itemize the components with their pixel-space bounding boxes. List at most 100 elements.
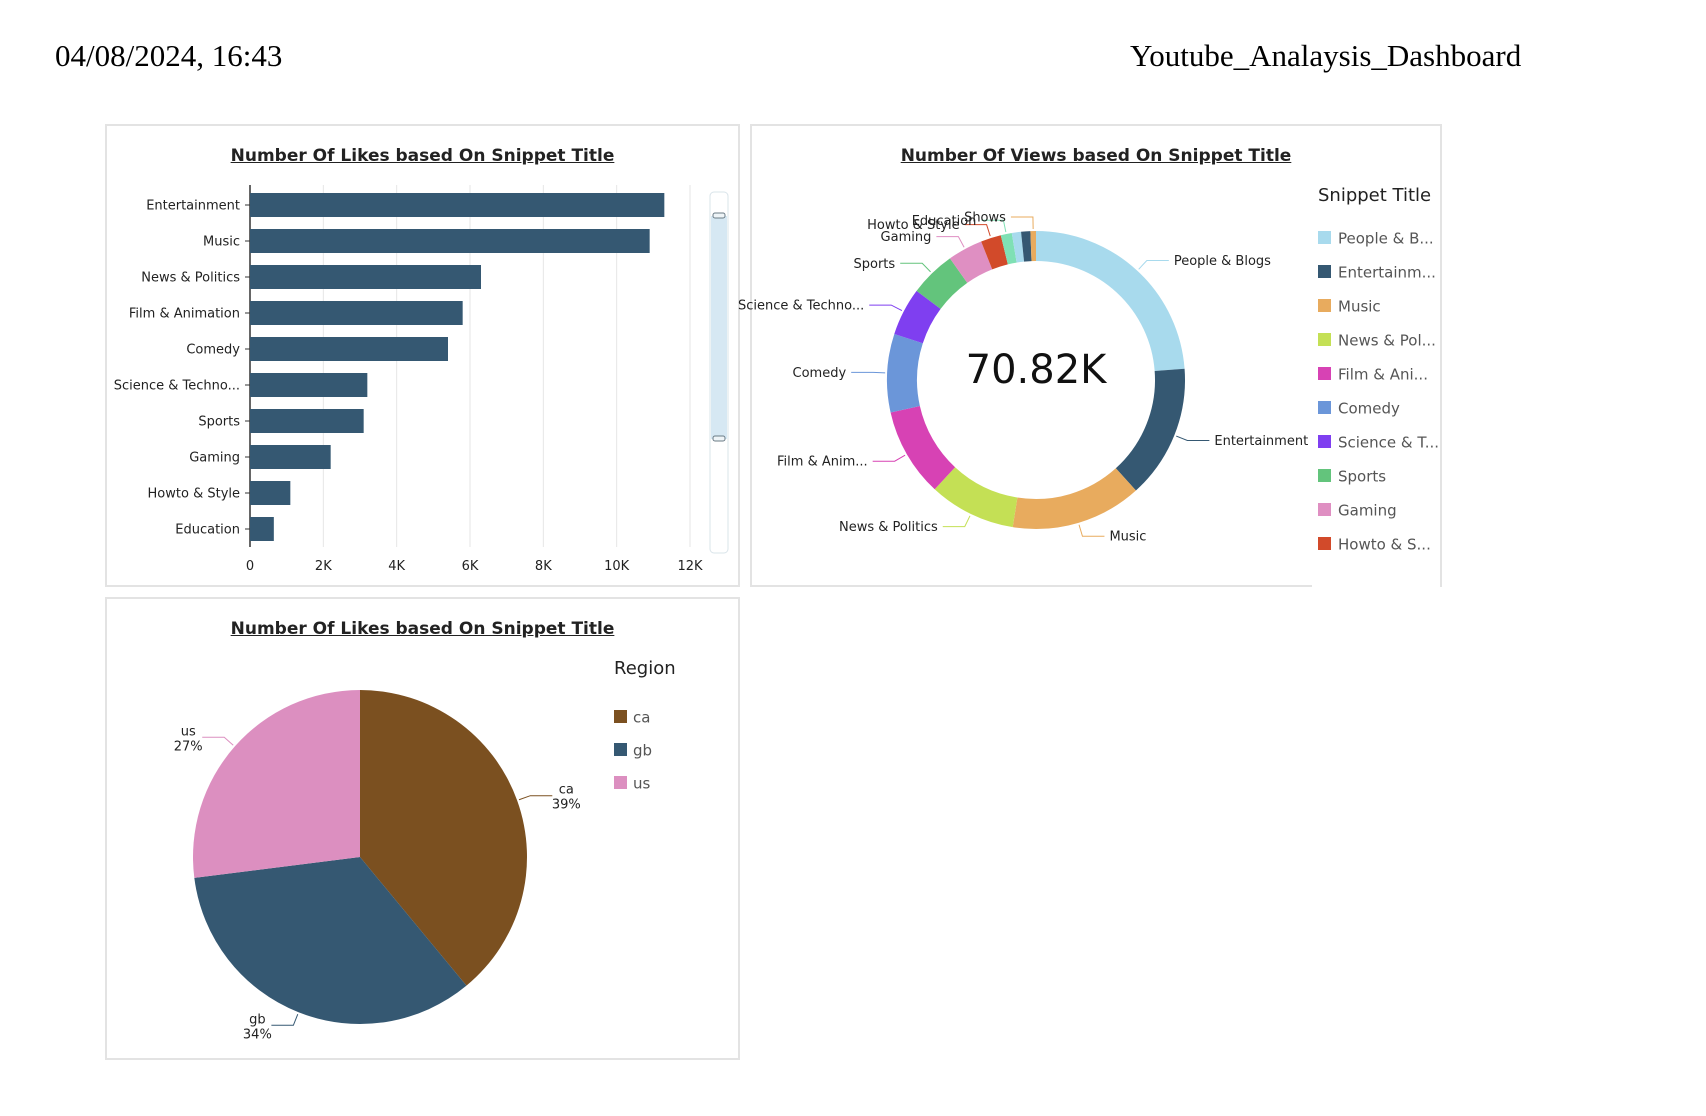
legend-swatch <box>1318 435 1331 448</box>
donut-center-value: 70.82K <box>966 347 1109 393</box>
donut-slice-sports <box>916 258 968 310</box>
legend-label: Entertainm... <box>1338 264 1436 282</box>
leader-line <box>1138 259 1169 270</box>
donut-slice-film-anim- <box>890 405 956 490</box>
donut-slice-howto-style <box>981 235 1009 270</box>
legend-swatch <box>1318 537 1331 550</box>
donut-legend-title: Snippet Title <box>1318 185 1431 206</box>
print-datetime: 04/08/2024, 16:43 <box>55 38 283 73</box>
pie-legend-title: Region <box>614 658 676 679</box>
legend-item[interactable]: Entertainm... <box>1318 264 1436 282</box>
leader-line <box>1176 435 1210 441</box>
legend-label: Howto & S... <box>1338 536 1431 554</box>
donut-label: Sports <box>854 257 896 272</box>
x-tick-label: 6K <box>462 559 479 574</box>
pie-pct-label: 34% <box>243 1027 272 1042</box>
legend-item[interactable]: Gaming <box>1318 502 1397 520</box>
bar-sports <box>250 409 364 433</box>
legend-item[interactable]: Comedy <box>1318 400 1400 418</box>
donut-label: Comedy <box>793 366 847 381</box>
x-tick-label: 0 <box>246 559 254 574</box>
pie-legend-item[interactable]: us <box>614 775 651 793</box>
legend-swatch <box>1318 299 1331 312</box>
legend-clip <box>1312 568 1440 588</box>
bar-science-techno- <box>250 373 368 397</box>
pie-leader-line <box>271 1013 299 1026</box>
pie-label: us <box>181 724 196 739</box>
scroll-handle[interactable] <box>712 435 726 442</box>
legend-item[interactable]: Science & T... <box>1318 434 1439 452</box>
category-label: Comedy <box>186 343 240 358</box>
dashboard-title: Youtube_Analaysis_Dashboard <box>1130 38 1522 73</box>
legend-label: Comedy <box>1338 400 1400 418</box>
leader-line <box>869 304 903 312</box>
bar-entertainment <box>250 193 665 217</box>
category-label: Film & Animation <box>129 307 240 322</box>
likes-bar-chart-card[interactable]: Number Of Likes based On Snippet Title 0… <box>105 124 740 587</box>
donut-slice-music <box>1012 468 1136 529</box>
donut-slice-other-12 <box>1021 231 1032 262</box>
donut-label: Music <box>1109 530 1146 545</box>
leader-line <box>872 454 906 462</box>
donut-label: Science & Techno... <box>738 299 864 314</box>
donut-label: Entertainment <box>1214 434 1308 449</box>
donut-slice-comedy <box>887 333 923 413</box>
legend-swatch <box>1318 401 1331 414</box>
pie-leader-line <box>518 795 553 801</box>
category-label: Science & Techno... <box>114 379 240 394</box>
bar-film-animation <box>250 301 463 325</box>
leader-line <box>936 236 965 248</box>
views-donut-chart-card[interactable]: Number Of Views based On Snippet Title 7… <box>738 124 1442 588</box>
bar-news-politics <box>250 265 481 289</box>
legend-label: Gaming <box>1338 502 1397 520</box>
region-pie-chart: Region ca39%gb34%us27%cagbus <box>174 658 676 1042</box>
legend-label: Sports <box>1338 468 1386 486</box>
leader-line <box>942 515 971 528</box>
pie-pct-label: 39% <box>552 798 581 813</box>
leader-line <box>900 262 931 273</box>
legend-item[interactable]: Film & Ani... <box>1318 366 1428 384</box>
legend-swatch <box>1318 265 1331 278</box>
donut-slice-entertainment <box>1115 368 1185 491</box>
x-tick-label: 8K <box>535 559 552 574</box>
bar-gaming <box>250 445 331 469</box>
legend-item[interactable]: People & B... <box>1318 230 1434 248</box>
leader-line <box>1010 216 1034 230</box>
donut-label: Film & Anim... <box>777 455 868 470</box>
pie-legend-item[interactable]: ca <box>614 709 650 727</box>
legend-item[interactable]: Howto & S... <box>1318 536 1431 554</box>
legend-swatch <box>614 776 627 789</box>
pie-legend-item[interactable]: gb <box>614 742 652 760</box>
legend-item[interactable]: Music <box>1318 298 1381 316</box>
legend-label: Music <box>1338 298 1381 316</box>
bar-howto-style <box>250 481 291 505</box>
leader-line <box>851 371 886 374</box>
x-tick-label: 4K <box>388 559 405 574</box>
views-donut-chart: 70.82K Snippet Title People & Blogs Enter… <box>738 185 1440 588</box>
bar-scroll-thumb[interactable] <box>711 216 727 439</box>
legend-label: News & Pol... <box>1338 332 1436 350</box>
pie-leader-line <box>202 736 234 746</box>
legend-swatch <box>1318 333 1331 346</box>
legend-item[interactable]: News & Pol... <box>1318 332 1436 350</box>
donut-slice-other-11 <box>1011 231 1025 263</box>
pie-pct-label: 27% <box>174 739 203 754</box>
legend-swatch <box>1318 367 1331 380</box>
legend-label: ca <box>633 709 650 727</box>
legend-label: Film & Ani... <box>1338 366 1428 384</box>
bar-comedy <box>250 337 448 361</box>
legend-swatch <box>1318 503 1331 516</box>
pie-label: ca <box>559 783 574 798</box>
category-label: Sports <box>198 415 240 430</box>
scroll-handle[interactable] <box>712 212 726 219</box>
bar-education <box>250 517 274 541</box>
region-pie-chart-card[interactable]: Number Of Likes based On Snippet Title R… <box>105 597 740 1060</box>
category-label: News & Politics <box>141 271 240 286</box>
legend-swatch <box>614 710 627 723</box>
donut-slice-news-politics <box>934 466 1018 528</box>
legend-item[interactable]: Sports <box>1318 468 1386 486</box>
bar-music <box>250 229 650 253</box>
donut-label: News & Politics <box>839 520 938 535</box>
donut-label: Shows <box>964 211 1006 226</box>
legend-label: gb <box>633 742 652 760</box>
